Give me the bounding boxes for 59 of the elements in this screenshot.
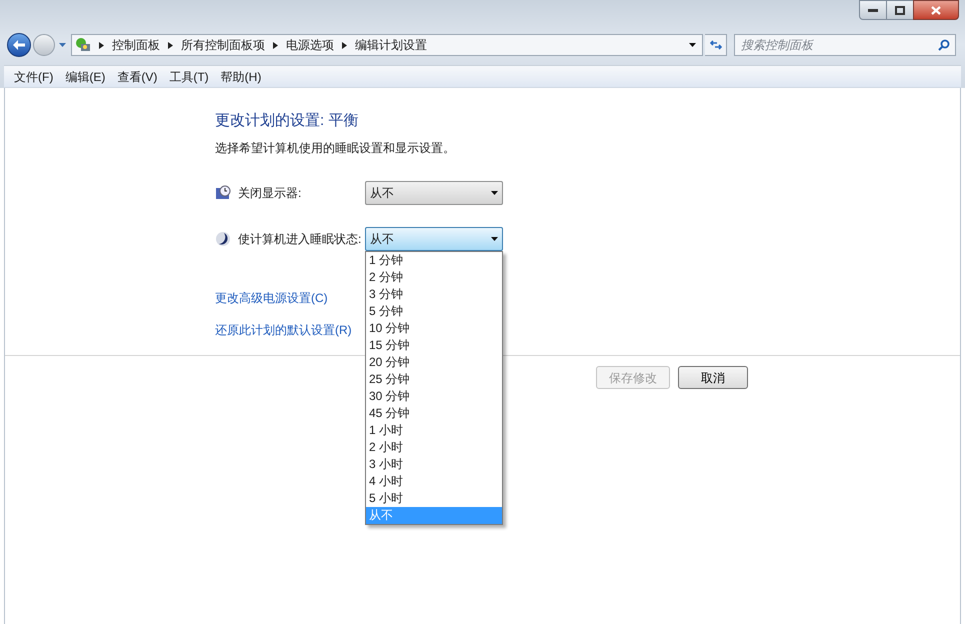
dropdown-option[interactable]: 5 小时	[366, 490, 502, 506]
arrow-icon	[168, 42, 173, 48]
dropdown-value: 从不	[370, 230, 395, 248]
settings-link[interactable]: 还原此计划的默认设置(R)	[215, 320, 352, 338]
caret-icon	[491, 236, 498, 240]
page-heading: 更改计划的设置: 平衡	[215, 111, 360, 131]
back-button[interactable]	[7, 33, 31, 57]
caret-icon	[491, 190, 498, 194]
refresh-icon	[710, 39, 722, 51]
dropdown[interactable]: 从不	[365, 180, 503, 204]
dialog-button[interactable]: 取消	[678, 366, 748, 389]
dropdown-option[interactable]: 25 分钟	[366, 370, 502, 388]
dropdown-option[interactable]: 10 分钟	[366, 320, 502, 336]
dropdown-option[interactable]: 4 小时	[366, 472, 502, 490]
minimize-button[interactable]	[859, 0, 887, 20]
refresh-button[interactable]	[705, 34, 727, 56]
menu-item[interactable]: 编辑(E)	[65, 68, 106, 86]
dropdown-option[interactable]: 3 小时	[366, 456, 502, 472]
search-field[interactable]: 搜索控制面板	[734, 34, 956, 56]
maximize-button[interactable]	[887, 0, 913, 20]
dropdown-option[interactable]: 15 分钟	[366, 336, 502, 354]
breadcrumb-item[interactable]: 电源选项	[286, 36, 334, 54]
control-panel-icon	[75, 37, 91, 53]
arrow-icon	[342, 42, 347, 48]
description-text: 选择希望计算机使用的睡眠设置和显示设置。	[215, 140, 456, 156]
dropdown-option[interactable]: 5 分钟	[366, 302, 502, 320]
minimize-icon	[868, 8, 878, 12]
close-button[interactable]	[913, 0, 959, 20]
moon-icon	[215, 230, 231, 246]
menu-item[interactable]: 查看(V)	[117, 68, 158, 86]
back-arrow-icon	[13, 40, 25, 50]
dropdown-option[interactable]: 1 小时	[366, 422, 502, 438]
setting-label: 使计算机进入睡眠状态:	[238, 230, 362, 248]
dropdown[interactable]: 从不	[365, 226, 503, 250]
close-icon	[931, 6, 941, 14]
maximize-icon	[895, 6, 905, 14]
search-icon	[938, 39, 950, 51]
menu-item[interactable]: 帮助(H)	[220, 68, 262, 86]
monitor-clock-icon	[215, 184, 231, 200]
settings-link[interactable]: 更改高级电源设置(C)	[215, 288, 328, 306]
caret-icon	[689, 43, 696, 47]
arrow-icon	[99, 42, 104, 48]
menu-item[interactable]: 工具(T)	[169, 68, 209, 86]
dropdown-option[interactable]: 20 分钟	[366, 354, 502, 370]
breadcrumb-item[interactable]: 所有控制面板项	[181, 36, 265, 54]
menu-item[interactable]: 文件(F)	[14, 68, 54, 86]
breadcrumb-item[interactable]: 控制面板	[112, 36, 160, 54]
dropdown-option[interactable]: 30 分钟	[366, 388, 502, 404]
caret-icon	[58, 43, 66, 47]
address-bar[interactable]: 控制面板 所有控制面板项 电源选项 编辑计划设置	[71, 34, 703, 56]
breadcrumb-item[interactable]: 编辑计划设置	[355, 36, 427, 54]
dropdown-value: 从不	[370, 184, 395, 202]
dropdown-option[interactable]: 2 分钟	[366, 268, 502, 286]
dropdown-option[interactable]: 1 分钟	[366, 252, 502, 268]
dropdown-option[interactable]: 2 小时	[366, 438, 502, 456]
setting-label: 关闭显示器:	[238, 184, 302, 202]
dropdown-option[interactable]: 3 分钟	[366, 286, 502, 302]
arrow-icon	[273, 42, 278, 48]
dropdown-option[interactable]: 45 分钟	[366, 404, 502, 422]
